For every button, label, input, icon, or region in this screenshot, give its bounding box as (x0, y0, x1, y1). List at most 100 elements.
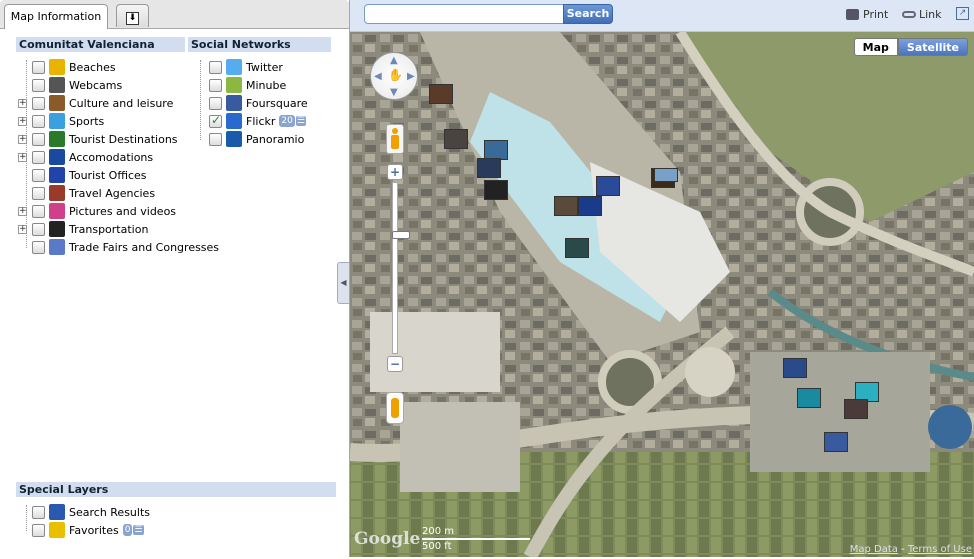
layer-checkbox[interactable] (209, 96, 222, 110)
layer-item[interactable]: Webcams (18, 76, 122, 94)
flickr-photo-marker[interactable] (477, 158, 501, 178)
flickr-photo-marker[interactable] (444, 129, 468, 149)
special-layer-item[interactable]: Search Results (18, 503, 150, 521)
count-badge[interactable]: 20 (279, 115, 295, 127)
satellite-imagery (350, 32, 974, 557)
flickr-icon (226, 113, 242, 129)
layer-checkbox[interactable] (32, 186, 45, 200)
layer-checkbox[interactable] (209, 132, 222, 146)
expand-toggle-icon[interactable]: + (18, 152, 27, 162)
layer-checkbox[interactable] (32, 96, 45, 110)
collapse-panel-button[interactable]: ◀ (337, 262, 349, 304)
zoom-slider-thumb[interactable] (392, 231, 410, 239)
flickr-photo-marker[interactable] (554, 196, 578, 216)
expand-toggle-icon[interactable]: + (18, 98, 27, 108)
layer-checkbox[interactable] (32, 505, 45, 519)
layer-checkbox[interactable] (209, 60, 222, 74)
layer-checkbox[interactable] (32, 523, 45, 537)
social-layer-item[interactable]: Flickr20☰ (195, 112, 306, 130)
expand-toggle-icon[interactable]: + (18, 116, 27, 126)
section-header-social-networks: Social Networks (188, 37, 331, 52)
layer-checkbox[interactable] (32, 150, 45, 164)
layer-item[interactable]: + Transportation (18, 220, 148, 238)
flickr-photo-marker[interactable] (797, 388, 821, 408)
twitter-icon (226, 59, 242, 75)
list-icon[interactable]: ☰ (133, 525, 144, 535)
train-icon (49, 221, 65, 237)
pan-right-icon[interactable]: ▶ (407, 71, 415, 82)
list-icon[interactable]: ☰ (295, 116, 306, 126)
hand-icon: ✋ (388, 68, 403, 82)
open-external-link[interactable]: ↗ (956, 7, 969, 20)
layer-checkbox[interactable] (32, 132, 45, 146)
layer-item[interactable]: + Sports (18, 112, 104, 130)
layer-item[interactable]: Tourist Offices (18, 166, 147, 184)
layer-label: Tourist Destinations (69, 132, 178, 146)
layer-item[interactable]: Travel Agencies (18, 184, 155, 202)
layer-checkbox[interactable] (32, 114, 45, 128)
layer-checkbox[interactable] (32, 78, 45, 92)
map-type-satellite-button[interactable]: Satellite (897, 38, 968, 56)
zoom-in-button[interactable]: + (387, 164, 403, 180)
social-layer-item[interactable]: Twitter (195, 58, 283, 76)
top-bar: Search Print Link ↗ (350, 0, 974, 32)
search-button[interactable]: Search (563, 4, 613, 24)
pan-down-icon[interactable]: ▼ (390, 87, 398, 98)
flickr-photo-marker[interactable] (429, 84, 453, 104)
layer-checkbox[interactable] (209, 78, 222, 92)
zoom-out-button[interactable]: − (387, 356, 403, 372)
social-layer-item[interactable]: Minube (195, 76, 286, 94)
download-icon: ⬇ (126, 12, 139, 25)
pan-control[interactable]: ▲ ▼ ◀ ▶ ✋ (370, 52, 418, 100)
expand-toggle-icon[interactable]: + (18, 206, 27, 216)
social-layer-item[interactable]: Panoramio (195, 130, 304, 148)
layer-checkbox[interactable] (209, 113, 222, 128)
count-badge[interactable]: 0 (122, 524, 133, 536)
zoom-slider-track[interactable] (392, 182, 410, 354)
culture-icon (49, 95, 65, 111)
flickr-photo-marker[interactable] (484, 140, 508, 160)
terms-of-use-link[interactable]: Terms of Use (908, 544, 972, 555)
layer-checkbox[interactable] (32, 204, 45, 218)
layer-item[interactable]: + Accomodations (18, 148, 153, 166)
layer-checkbox[interactable] (32, 240, 45, 254)
map-type-map-button[interactable]: Map (853, 38, 898, 56)
layer-item[interactable]: + Pictures and videos (18, 202, 176, 220)
flickr-photo-marker[interactable] (596, 176, 620, 196)
flickr-photo-marker[interactable] (578, 196, 602, 216)
map-canvas[interactable]: Map Satellite ▲ ▼ ◀ ▶ ✋ + − Google 200 m… (350, 32, 974, 557)
scale-imperial-label: 500 ft (422, 541, 452, 552)
rotate-45-control[interactable] (386, 392, 404, 424)
layer-checkbox[interactable] (32, 168, 45, 182)
layer-item[interactable]: + Culture and leisure (18, 94, 173, 112)
map-data-link[interactable]: Map Data (850, 544, 898, 555)
layer-checkbox[interactable] (32, 60, 45, 74)
expand-toggle-icon[interactable]: + (18, 134, 27, 144)
print-link[interactable]: Print (846, 8, 888, 21)
hotel-icon (49, 149, 65, 165)
flickr-photo-marker[interactable] (844, 399, 868, 419)
flickr-photo-marker[interactable] (484, 180, 508, 200)
webcam-icon (49, 77, 65, 93)
tab-download[interactable]: ⬇ (116, 4, 149, 27)
layer-item[interactable]: Trade Fairs and Congresses (18, 238, 219, 256)
flickr-photo-marker[interactable] (824, 432, 848, 452)
tab-map-information[interactable]: Map Information (4, 4, 108, 29)
street-view-pegman-icon[interactable] (386, 124, 404, 154)
pan-up-icon[interactable]: ▲ (390, 55, 398, 66)
scale-bar: 200 m 500 ft (422, 526, 532, 556)
social-layer-item[interactable]: Foursquare (195, 94, 308, 112)
layer-checkbox[interactable] (32, 222, 45, 236)
pan-left-icon[interactable]: ◀ (374, 71, 382, 82)
special-layer-item[interactable]: Favorites 0 ☰ (18, 521, 144, 539)
link-link[interactable]: Link (902, 8, 942, 21)
layer-item[interactable]: + Tourist Destinations (18, 130, 178, 148)
flickr-photo-marker[interactable] (783, 358, 807, 378)
flickr-photo-marker[interactable] (654, 168, 678, 182)
search-input[interactable] (364, 4, 564, 24)
expand-toggle-icon[interactable]: + (18, 224, 27, 234)
flickr-photo-marker[interactable] (565, 238, 589, 258)
layer-item[interactable]: Beaches (18, 58, 116, 76)
beach-icon (49, 59, 65, 75)
